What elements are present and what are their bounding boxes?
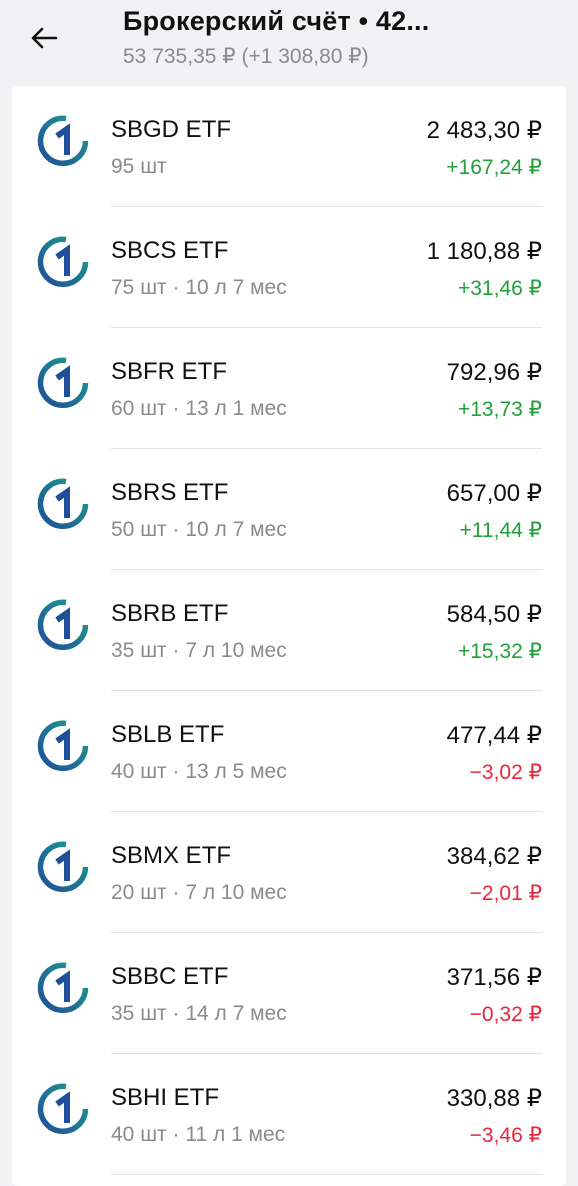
holding-value: 330,88 ₽ [446,1085,542,1112]
back-button[interactable] [24,18,64,58]
sber-fund-logo-icon [37,720,89,772]
fund-ticker: SBLB ETF [111,721,225,748]
holding-value: 1 180,88 ₽ [426,238,542,265]
holding-row-sbgd[interactable]: SBGD ETF 95 шт 2 483,30 ₽ +167,24 ₽ [12,86,566,207]
holding-row-sbbc[interactable]: SBBC ETF 35 шт · 14 л 7 мес 371,56 ₽ −0,… [12,933,566,1054]
fund-ticker: SBHI ETF [111,1084,220,1111]
portfolio-value: 53 735,35 ₽ (+1 308,80 ₽) [123,45,369,68]
holding-value: 657,00 ₽ [446,480,542,507]
fund-ticker: SBBC ETF [111,963,229,990]
holding-details: 40 шт · 13 л 5 мес [111,760,287,783]
sber-fund-logo-icon [37,841,89,893]
page-title: Брокерский счёт • 42... [123,6,430,36]
sber-fund-logo-icon [37,115,89,167]
holding-row-sbcs[interactable]: SBCS ETF 75 шт · 10 л 7 мес 1 180,88 ₽ +… [12,207,566,328]
holding-change: +11,44 ₽ [459,519,542,542]
fund-ticker: SBCS ETF [111,237,229,264]
holding-value: 371,56 ₽ [446,964,542,991]
fund-ticker: SBRS ETF [111,479,229,506]
holding-change: −3,02 ₽ [469,761,542,784]
fund-ticker: SBMX ETF [111,842,232,869]
fund-ticker: SBRB ETF [111,600,229,627]
holding-value: 384,62 ₽ [446,843,542,870]
holding-details: 35 шт · 7 л 10 мес [111,639,287,662]
holding-details: 35 шт · 14 л 7 мес [111,1002,287,1025]
fund-ticker: SBGD ETF [111,116,232,143]
holding-row-sbmx[interactable]: SBMX ETF 20 шт · 7 л 10 мес 384,62 ₽ −2,… [12,812,566,933]
holding-value: 792,96 ₽ [446,359,542,386]
sber-fund-logo-icon [37,478,89,530]
holding-details: 60 шт · 13 л 1 мес [111,397,287,420]
holding-value: 477,44 ₽ [446,722,542,749]
sber-fund-logo-icon [37,236,89,288]
holding-row-sblb[interactable]: SBLB ETF 40 шт · 13 л 5 мес 477,44 ₽ −3,… [12,691,566,812]
holding-details: 40 шт · 11 л 1 мес [111,1123,286,1146]
holding-change: −3,46 ₽ [469,1124,542,1147]
divider [111,1174,542,1175]
holding-change: +31,46 ₽ [457,277,542,300]
holding-details: 50 шт · 10 л 7 мес [111,518,287,541]
holding-change: +167,24 ₽ [446,156,542,179]
arrow-left-icon [31,27,58,49]
holding-change: −2,01 ₽ [469,882,542,905]
holdings-list: SBGD ETF 95 шт 2 483,30 ₽ +167,24 ₽ SBCS… [12,86,566,1186]
holding-value: 584,50 ₽ [446,601,542,628]
holding-value: 2 483,30 ₽ [426,117,542,144]
top-bar: Брокерский счёт • 42... 53 735,35 ₽ (+1 … [0,0,578,86]
holding-row-sbfr[interactable]: SBFR ETF 60 шт · 13 л 1 мес 792,96 ₽ +13… [12,328,566,449]
fund-ticker: SBFR ETF [111,358,228,385]
holding-details: 95 шт [111,155,167,178]
holding-change: +15,32 ₽ [457,640,542,663]
sber-fund-logo-icon [37,357,89,409]
sber-fund-logo-icon [37,599,89,651]
sber-fund-logo-icon [37,962,89,1014]
holding-change: −0,32 ₽ [469,1003,542,1026]
holding-row-sbhi[interactable]: SBHI ETF 40 шт · 11 л 1 мес 330,88 ₽ −3,… [12,1054,566,1175]
holding-details: 20 шт · 7 л 10 мес [111,881,287,904]
holding-row-sbrs[interactable]: SBRS ETF 50 шт · 10 л 7 мес 657,00 ₽ +11… [12,449,566,570]
sber-fund-logo-icon [37,1083,89,1135]
holding-row-sbrb[interactable]: SBRB ETF 35 шт · 7 л 10 мес 584,50 ₽ +15… [12,570,566,691]
holding-change: +13,73 ₽ [457,398,542,421]
holding-details: 75 шт · 10 л 7 мес [111,276,287,299]
